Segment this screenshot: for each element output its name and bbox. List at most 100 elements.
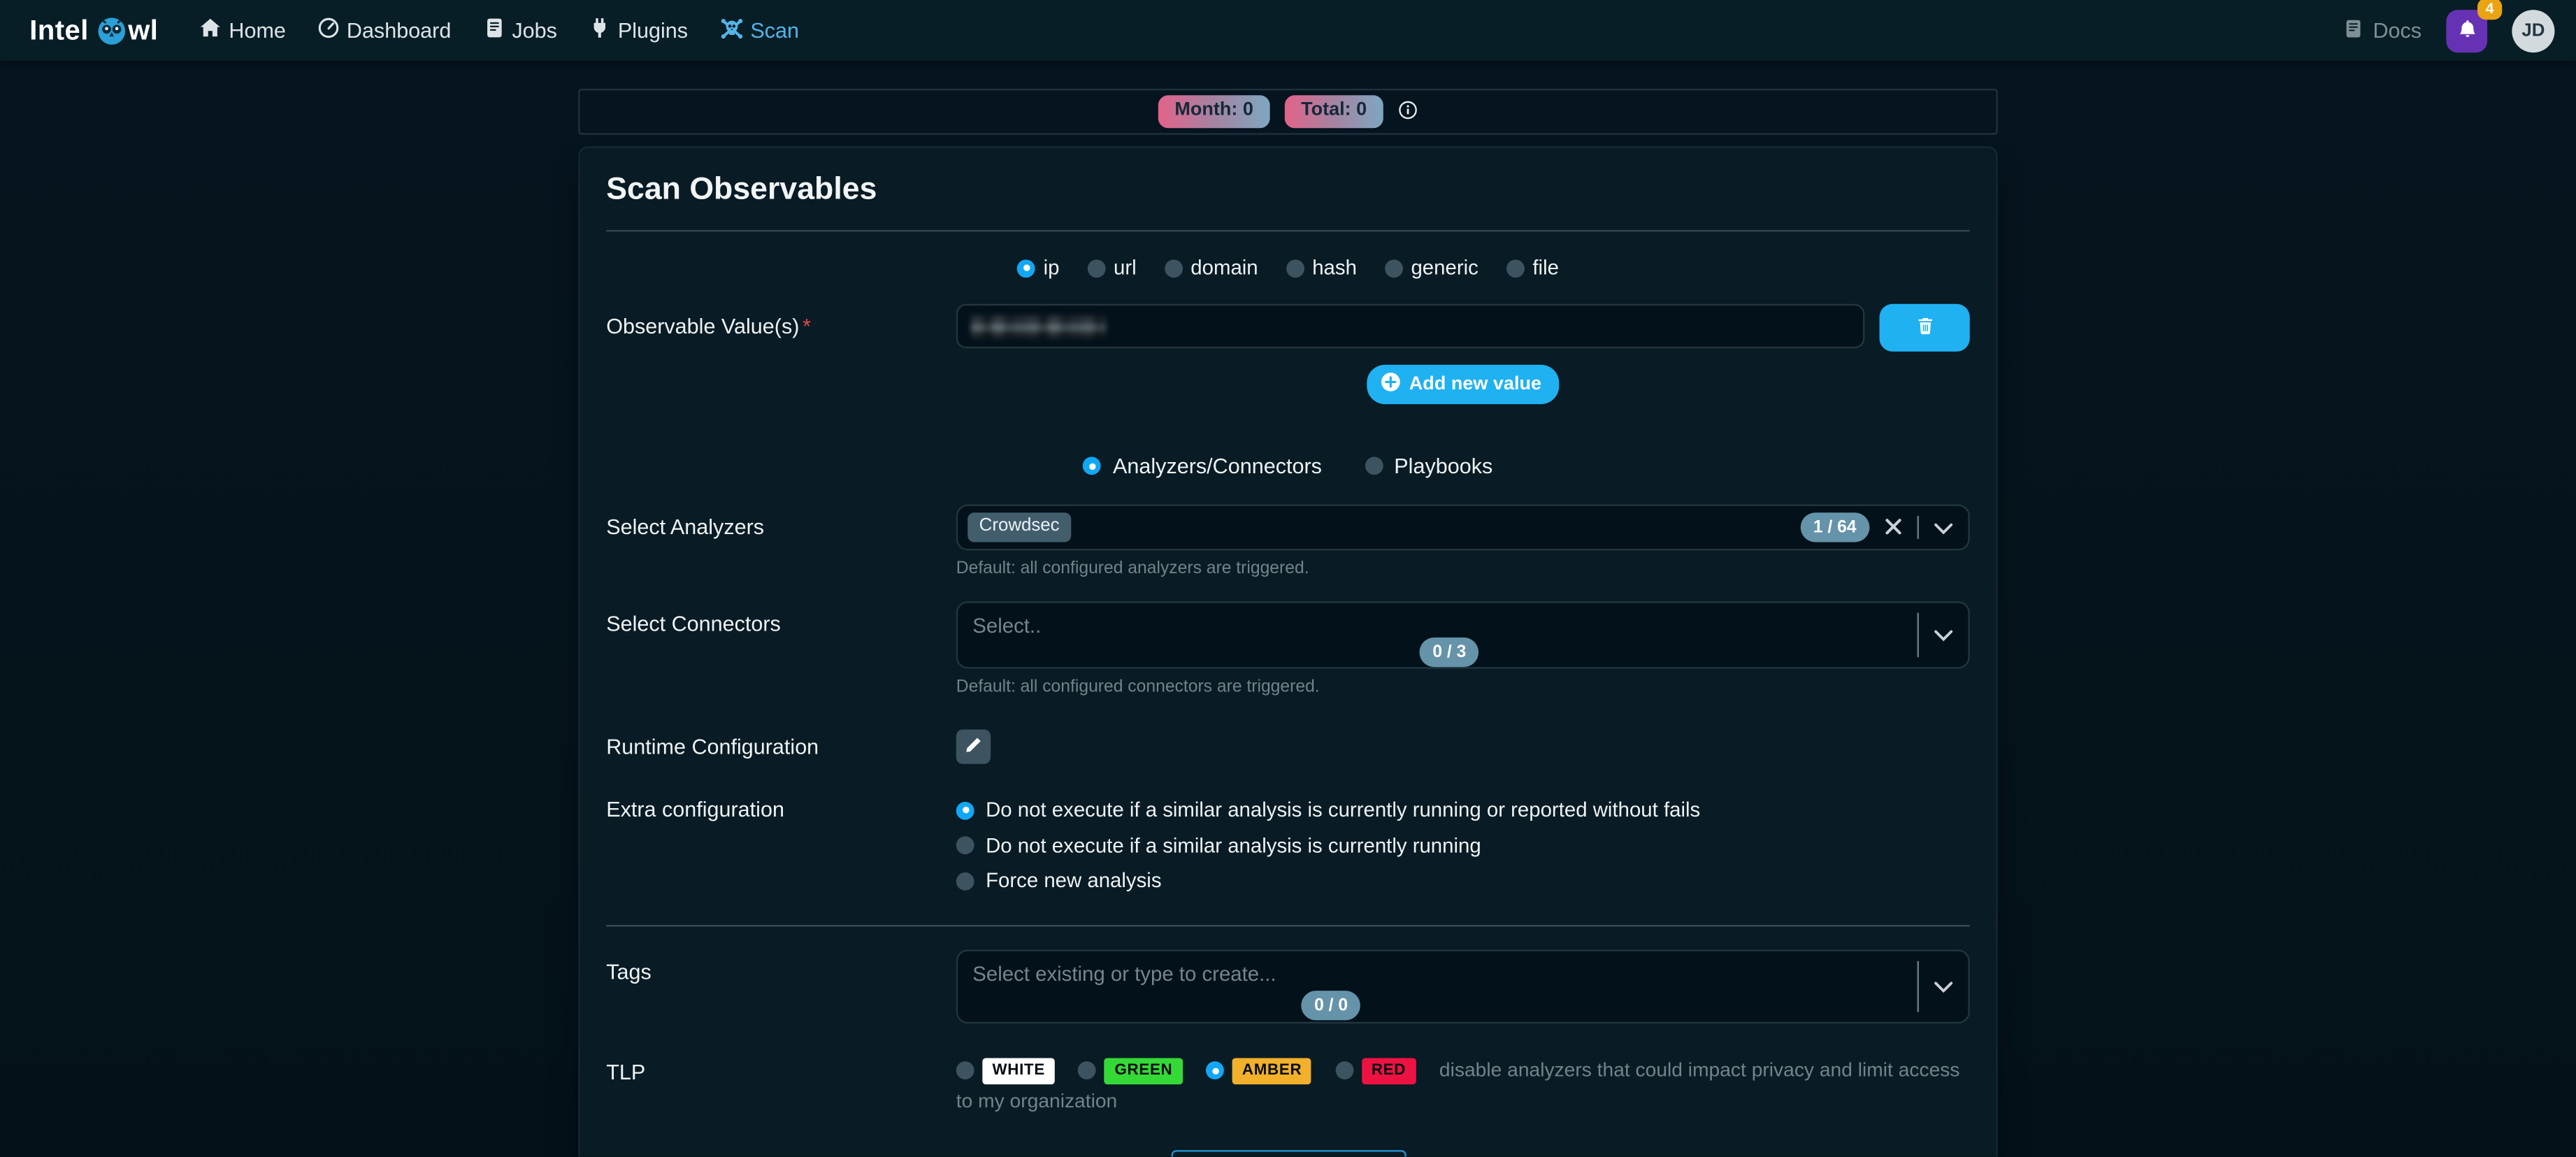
radio-generic[interactable] xyxy=(1385,259,1403,277)
radio-extra-2[interactable] xyxy=(956,872,974,890)
radio-extra-1[interactable] xyxy=(956,836,974,854)
docs-book-icon xyxy=(2343,17,2365,44)
nav-item-plugins[interactable]: Plugins xyxy=(589,17,689,45)
radio-extra-0[interactable] xyxy=(956,801,974,819)
total-count-badge: Total: 0 xyxy=(1285,96,1383,129)
type-option-generic[interactable]: generic xyxy=(1385,257,1478,280)
tags-select[interactable]: Select existing or type to create... 0 /… xyxy=(956,949,1970,1023)
remove-value-button[interactable] xyxy=(1880,304,1970,352)
select-analyzers-row: Select Analyzers Crowdsec 1 / 64 xyxy=(606,504,1970,578)
analyzers-select[interactable]: Crowdsec 1 / 64 xyxy=(956,504,1970,550)
brand-logo[interactable]: Intel wl xyxy=(29,14,158,47)
extra-option-force-new[interactable]: Force new analysis xyxy=(956,869,1970,892)
analyzers-dropdown-button[interactable] xyxy=(1919,515,1969,540)
quota-info-button[interactable] xyxy=(1398,99,1418,124)
nav-item-dashboard[interactable]: Dashboard xyxy=(317,17,452,45)
notifications-button[interactable]: 4 xyxy=(2446,9,2487,52)
navbar-right: Docs 4 JD xyxy=(2343,9,2554,52)
dashboard-icon xyxy=(317,17,340,45)
radio-ip[interactable] xyxy=(1017,259,1035,277)
info-icon xyxy=(1398,99,1418,124)
analyzers-helper-text: Default: all configured analyzers are tr… xyxy=(956,559,1970,578)
tlp-label: TLP xyxy=(606,1050,956,1084)
nav-item-home[interactable]: Home xyxy=(199,17,286,45)
observable-value-label: Observable Value(s)* xyxy=(606,304,956,338)
nav-label: Scan xyxy=(750,18,799,43)
analyzers-count-badge: 1 / 64 xyxy=(1800,513,1869,542)
extra-configuration-label: Extra configuration xyxy=(606,795,956,821)
connectors-placeholder: Select.. xyxy=(958,603,1968,637)
radio-domain[interactable] xyxy=(1165,259,1183,277)
radio-file[interactable] xyxy=(1506,259,1525,277)
home-icon xyxy=(199,17,222,45)
quota-stats-bar: Month: 0 Total: 0 xyxy=(578,89,1998,135)
extra-option-no-exec-without-fails[interactable]: Do not execute if a similar analysis is … xyxy=(956,798,1970,821)
plus-circle-icon xyxy=(1379,371,1401,398)
add-new-value-button[interactable]: Add new value xyxy=(1367,365,1560,404)
top-navbar: Intel wl Home xyxy=(0,0,2576,61)
brand-text-intel: Intel xyxy=(29,14,88,47)
tlp-option-amber[interactable]: AMBER xyxy=(1206,1058,1311,1084)
notifications-count-badge: 4 xyxy=(2477,0,2502,19)
intelowl-app: Intel wl Home xyxy=(0,0,2576,1156)
chevron-down-icon xyxy=(1934,623,1953,647)
pencil-icon xyxy=(965,735,983,759)
required-asterisk: * xyxy=(803,314,811,338)
clear-x-icon xyxy=(1885,515,1903,540)
connectors-dropdown-button[interactable] xyxy=(1919,623,1969,647)
mode-option-analyzers-connectors[interactable]: Analyzers/Connectors xyxy=(1084,454,1322,478)
extra-option-no-exec-running[interactable]: Do not execute if a similar analysis is … xyxy=(956,834,1970,857)
owl-logo-icon xyxy=(97,15,127,45)
tlp-row: TLP WHITE GREEN AMBER xyxy=(606,1050,1970,1117)
start-scan-button[interactable]: Start Scan xyxy=(1170,1150,1405,1156)
tlp-option-white[interactable]: WHITE xyxy=(956,1058,1055,1084)
tags-dropdown-button[interactable] xyxy=(1919,975,1969,999)
extra-configuration-row: Extra configuration Do not execute if a … xyxy=(606,795,1970,892)
tags-label: Tags xyxy=(606,949,956,984)
analyzers-clear-button[interactable] xyxy=(1869,515,1917,540)
tlp-green-badge: GREEN xyxy=(1104,1058,1182,1084)
radio-tlp-red[interactable] xyxy=(1335,1062,1353,1080)
brand-text-wl: wl xyxy=(128,14,158,47)
radio-tlp-amber[interactable] xyxy=(1206,1062,1224,1080)
tags-row: Tags Select existing or type to create..… xyxy=(606,949,1970,1023)
nav-label: Jobs xyxy=(512,18,557,43)
tags-count-badge: 0 / 0 xyxy=(1301,991,1361,1019)
radio-playbooks[interactable] xyxy=(1365,457,1383,475)
connectors-count-badge: 0 / 3 xyxy=(1420,638,1480,666)
main-content: Month: 0 Total: 0 Scan Observables ip ur… xyxy=(578,89,1998,1157)
nav-item-jobs[interactable]: Jobs xyxy=(482,17,557,45)
type-option-file[interactable]: file xyxy=(1506,257,1559,280)
tlp-option-red[interactable]: RED xyxy=(1335,1058,1416,1084)
type-option-ip[interactable]: ip xyxy=(1017,257,1059,280)
edit-runtime-config-button[interactable] xyxy=(956,729,991,763)
user-avatar[interactable]: JD xyxy=(2512,9,2554,52)
section-divider xyxy=(606,925,1970,926)
radio-analyzers-connectors[interactable] xyxy=(1084,457,1102,475)
type-option-url[interactable]: url xyxy=(1087,257,1136,280)
docs-link[interactable]: Docs xyxy=(2343,17,2422,44)
analysis-mode-radios: Analyzers/Connectors Playbooks xyxy=(606,454,1970,478)
connectors-select[interactable]: Select.. 0 / 3 xyxy=(956,601,1970,668)
tlp-white-badge: WHITE xyxy=(982,1058,1055,1084)
tlp-option-green[interactable]: GREEN xyxy=(1079,1058,1183,1084)
type-option-hash[interactable]: hash xyxy=(1286,257,1357,280)
select-connectors-label: Select Connectors xyxy=(606,601,956,635)
nav-item-scan[interactable]: Scan xyxy=(719,15,799,45)
radio-url[interactable] xyxy=(1087,259,1105,277)
bell-icon xyxy=(2457,17,2477,44)
select-connectors-row: Select Connectors Select.. 0 / 3 xyxy=(606,601,1970,696)
analyzer-chip[interactable]: Crowdsec xyxy=(967,512,1071,542)
scan-skull-icon xyxy=(719,15,744,45)
runtime-configuration-row: Runtime Configuration xyxy=(606,729,1970,763)
observable-value-input[interactable] xyxy=(956,304,1865,348)
nav-label: Plugins xyxy=(618,18,688,43)
type-option-domain[interactable]: domain xyxy=(1165,257,1258,280)
radio-tlp-white[interactable] xyxy=(956,1062,974,1080)
runtime-configuration-label: Runtime Configuration xyxy=(606,729,956,759)
jobs-icon xyxy=(482,17,505,45)
mode-option-playbooks[interactable]: Playbooks xyxy=(1365,454,1492,478)
radio-tlp-green[interactable] xyxy=(1079,1062,1097,1080)
radio-hash[interactable] xyxy=(1286,259,1304,277)
plug-icon xyxy=(589,17,612,45)
